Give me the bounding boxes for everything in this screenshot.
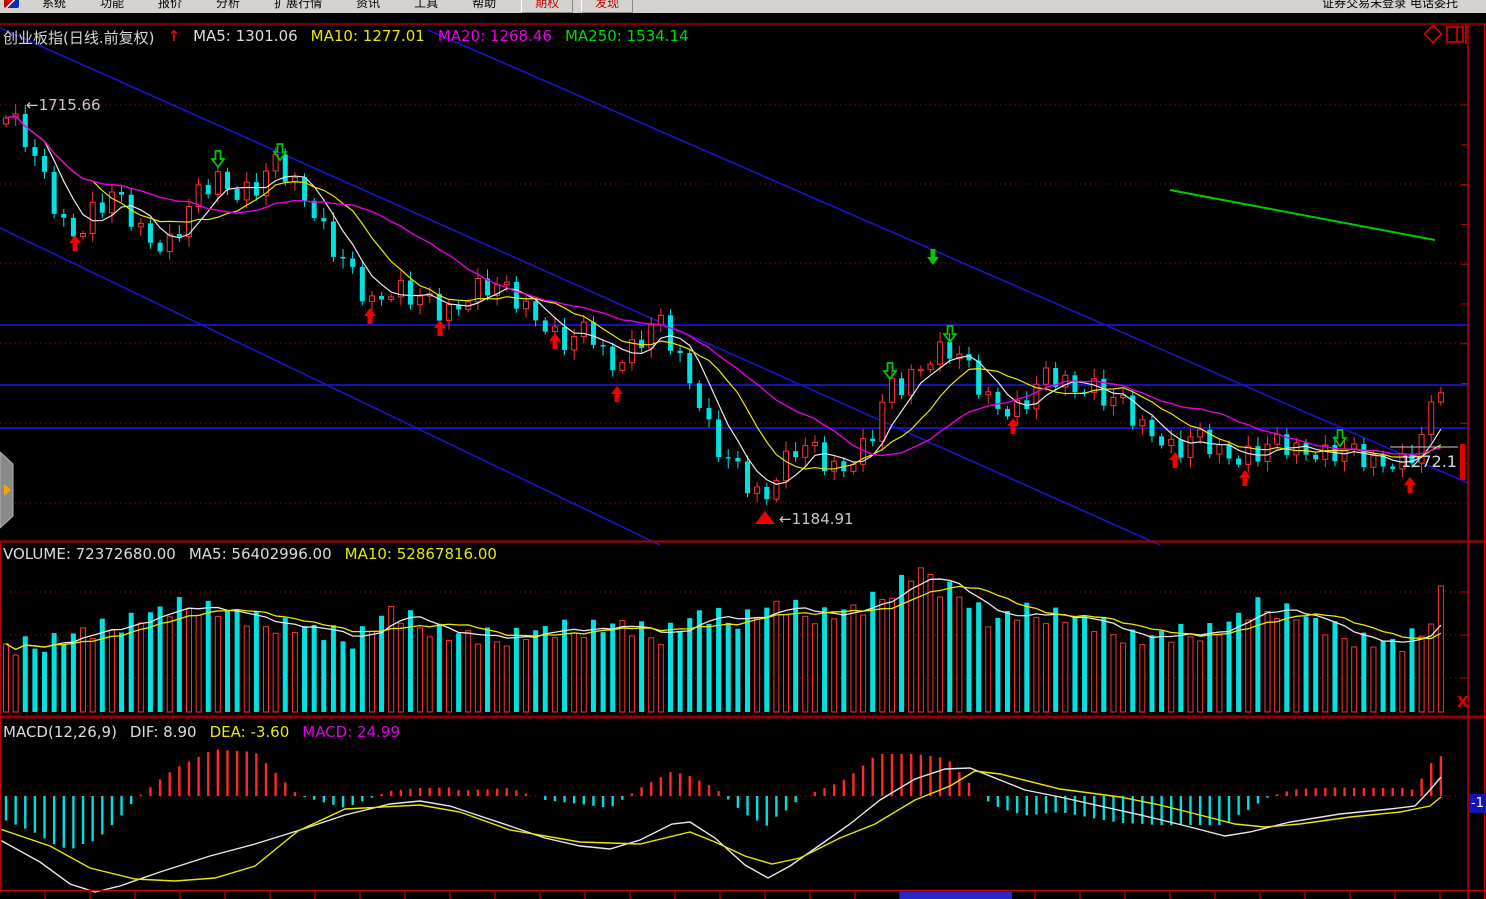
dif-value: DIF: 8.90: [130, 723, 197, 741]
volume-ma10-value: MA10: 52867816.00: [345, 545, 497, 563]
macd-axis-badge: -1: [1469, 794, 1486, 813]
sidebar-expander[interactable]: [0, 452, 13, 528]
volume-ma5-value: MA5: 56402996.00: [189, 545, 332, 563]
pane-icons[interactable]: [1425, 25, 1466, 44]
signal-arrow-layer: [69, 144, 1416, 493]
chart-canvas[interactable]: ←1715.66 ←1184.91 1272.1: [0, 0, 1486, 899]
ma5-value: MA5: 1301.06: [193, 27, 298, 48]
window-icon: [1447, 27, 1463, 42]
volume-value: VOLUME: 72372680.00: [3, 545, 176, 563]
panel-chrome-layer: [0, 24, 1486, 899]
ma20-value: MA20: 1268.46: [438, 27, 552, 48]
macd-layer: [0, 750, 1441, 892]
trading-app-window: 系统 功能 报价 分析 扩展行情 资讯 工具 帮助 期权 发现 证券交易未登录 …: [0, 0, 1486, 899]
ma10-value: MA10: 1277.01: [311, 27, 425, 48]
trend-up-icon: ↑: [167, 27, 180, 48]
dea-value: DEA: -3.60: [210, 723, 290, 741]
svg-text:←1715.66: ←1715.66: [26, 96, 101, 114]
ma250-value: MA250: 1534.14: [565, 27, 689, 48]
symbol-title: 创业板指(日线.前复权): [3, 27, 154, 48]
svg-text:←1184.91: ←1184.91: [779, 510, 854, 528]
volume-pane-header: VOLUME: 72372680.00 MA5: 56402996.00 MA1…: [3, 545, 497, 563]
macd-value: MACD: 24.99: [302, 723, 400, 741]
axis-x-label: X: [1457, 693, 1469, 711]
volume-layer: [4, 568, 1444, 712]
svg-text:1272.1: 1272.1: [1401, 452, 1457, 471]
macd-pane-header: MACD(12,26,9) DIF: 8.90 DEA: -3.60 MACD:…: [3, 723, 400, 741]
main-chart-header: 创业板指(日线.前复权) ↑ MA5: 1301.06 MA10: 1277.0…: [3, 27, 689, 48]
moving-average-layer: [6, 116, 1441, 484]
diamond-icon: [1425, 26, 1442, 43]
macd-params: MACD(12,26,9): [3, 723, 117, 741]
